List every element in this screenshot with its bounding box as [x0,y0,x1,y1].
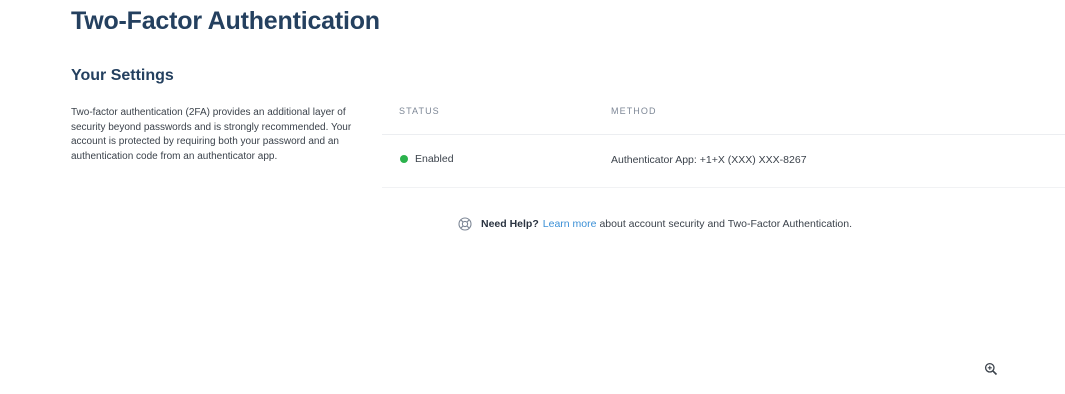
table-row: Enabled Authenticator App: +1+X (XXX) XX… [382,135,1065,188]
column-header-status: STATUS [399,106,440,116]
learn-more-link[interactable]: Learn more [543,218,597,230]
lifebuoy-icon [458,217,472,231]
help-line: Need Help? Learn more about account secu… [458,217,852,231]
status-dot-icon [400,155,408,163]
page-title: Two-Factor Authentication [71,7,380,35]
two-factor-page: Two-Factor Authentication Your Settings … [0,0,1065,394]
section-title: Your Settings [71,67,174,84]
zoom-in-icon[interactable] [984,362,998,376]
help-heading: Need Help? [481,218,539,230]
column-header-method: METHOD [611,106,657,116]
help-suffix-text: about account security and Two-Factor Au… [599,218,853,230]
status-cell: Enabled [400,153,454,165]
status-label: Enabled [415,153,454,165]
settings-description: Two-factor authentication (2FA) provides… [71,107,352,162]
method-cell: Authenticator App: +1+X (XXX) XXX-8267 [611,154,807,166]
settings-table: STATUS METHOD Enabled Authenticator App:… [382,96,1065,188]
